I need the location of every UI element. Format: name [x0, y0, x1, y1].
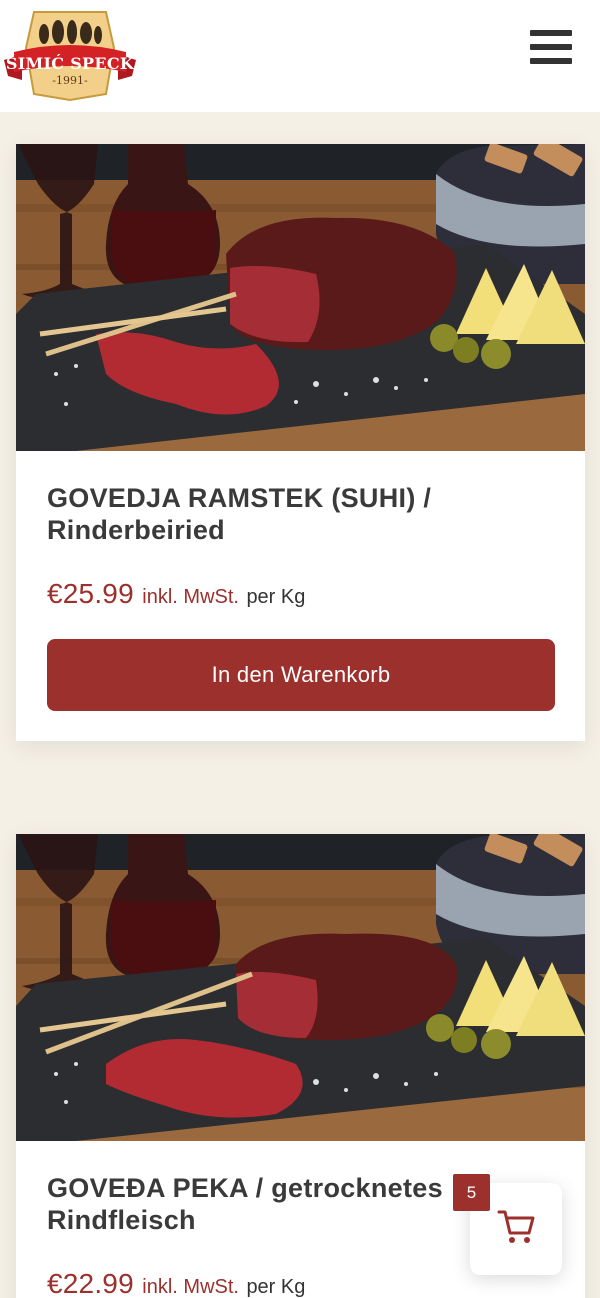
- product-image[interactable]: [16, 834, 585, 1141]
- logo-year: -1991-: [52, 74, 88, 87]
- hamburger-icon[interactable]: [530, 30, 572, 70]
- site-header: ŠIMIĆ SPECK -1991-: [0, 0, 600, 112]
- product-price: €25.99: [47, 578, 134, 609]
- add-to-cart-button[interactable]: In den Warenkorb: [47, 639, 555, 711]
- brand-logo[interactable]: ŠIMIĆ SPECK -1991-: [2, 8, 138, 102]
- product-card: GOVEDJA RAMSTEK (SUHI) / Rinderbeiried €…: [16, 144, 585, 741]
- product-title[interactable]: GOVEDJA RAMSTEK (SUHI) / Rinderbeiried: [47, 482, 567, 546]
- shopping-cart-icon: [497, 1210, 535, 1243]
- logo-wordmark: ŠIMIĆ SPECK: [5, 54, 135, 73]
- product-image[interactable]: [16, 144, 585, 451]
- product-price: €22.99: [47, 1268, 134, 1298]
- price-line: €25.99 inkl. MwSt. per Kg: [47, 578, 305, 610]
- price-unit: per Kg: [246, 1276, 306, 1298]
- tax-label: inkl. MwSt.: [142, 586, 239, 608]
- cart-count-badge: 5: [453, 1174, 490, 1211]
- price-line: €22.99 inkl. MwSt. per Kg: [47, 1268, 305, 1298]
- tax-label: inkl. MwSt.: [142, 1276, 239, 1298]
- price-unit: per Kg: [246, 586, 306, 608]
